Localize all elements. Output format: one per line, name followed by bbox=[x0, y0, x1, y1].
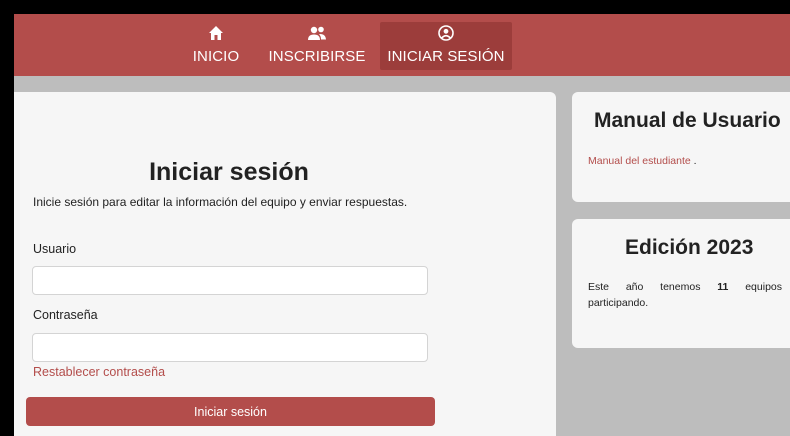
reset-password-link[interactable]: Restablecer contraseña bbox=[33, 365, 165, 379]
nav-item-inicio[interactable]: INICIO bbox=[192, 22, 240, 70]
username-label: Usuario bbox=[33, 242, 77, 256]
top-black-strip bbox=[0, 0, 790, 14]
edicion-text: Este año tenemos 11 equipos participando… bbox=[588, 279, 782, 311]
login-button[interactable]: Iniciar sesión bbox=[26, 397, 435, 426]
edicion-text-before: Este año tenemos bbox=[588, 281, 718, 293]
nav-item-inscribirse[interactable]: INSCRIBIRSE bbox=[269, 22, 365, 70]
manual-link[interactable]: Manual del estudiante bbox=[588, 155, 691, 167]
manual-link-suffix: . bbox=[690, 155, 697, 167]
login-subtitle: Inicie sesión para editar la información… bbox=[33, 195, 408, 209]
page-title: Iniciar sesión bbox=[149, 158, 309, 186]
team-count: 11 bbox=[717, 281, 729, 293]
nav-item-iniciar-sesion[interactable]: INICIAR SESIÓN bbox=[380, 22, 512, 70]
home-icon bbox=[208, 23, 224, 43]
navbar: INICIO INSCRIBIRSE INICIAR SESIÓN bbox=[14, 14, 790, 76]
manual-card: Manual de Usuario Manual del estudiante … bbox=[572, 92, 790, 202]
password-label: Contraseña bbox=[33, 308, 98, 322]
nav-item-label: INICIAR SESIÓN bbox=[387, 48, 505, 65]
nav-item-label: INSCRIBIRSE bbox=[268, 48, 366, 65]
user-circle-icon bbox=[438, 23, 454, 43]
manual-link-line: Manual del estudiante . bbox=[588, 155, 697, 167]
password-input[interactable] bbox=[32, 333, 428, 362]
users-icon bbox=[307, 23, 327, 43]
manual-title: Manual de Usuario bbox=[594, 109, 781, 132]
edicion-card: Edición 2023 Este año tenemos 11 equipos… bbox=[572, 219, 790, 348]
login-card: Iniciar sesión Inicie sesión para editar… bbox=[14, 92, 556, 436]
nav-item-label: INICIO bbox=[192, 48, 240, 65]
edicion-title: Edición 2023 bbox=[625, 236, 754, 259]
content-area: Iniciar sesión Inicie sesión para editar… bbox=[14, 76, 790, 436]
username-input[interactable] bbox=[32, 266, 428, 295]
